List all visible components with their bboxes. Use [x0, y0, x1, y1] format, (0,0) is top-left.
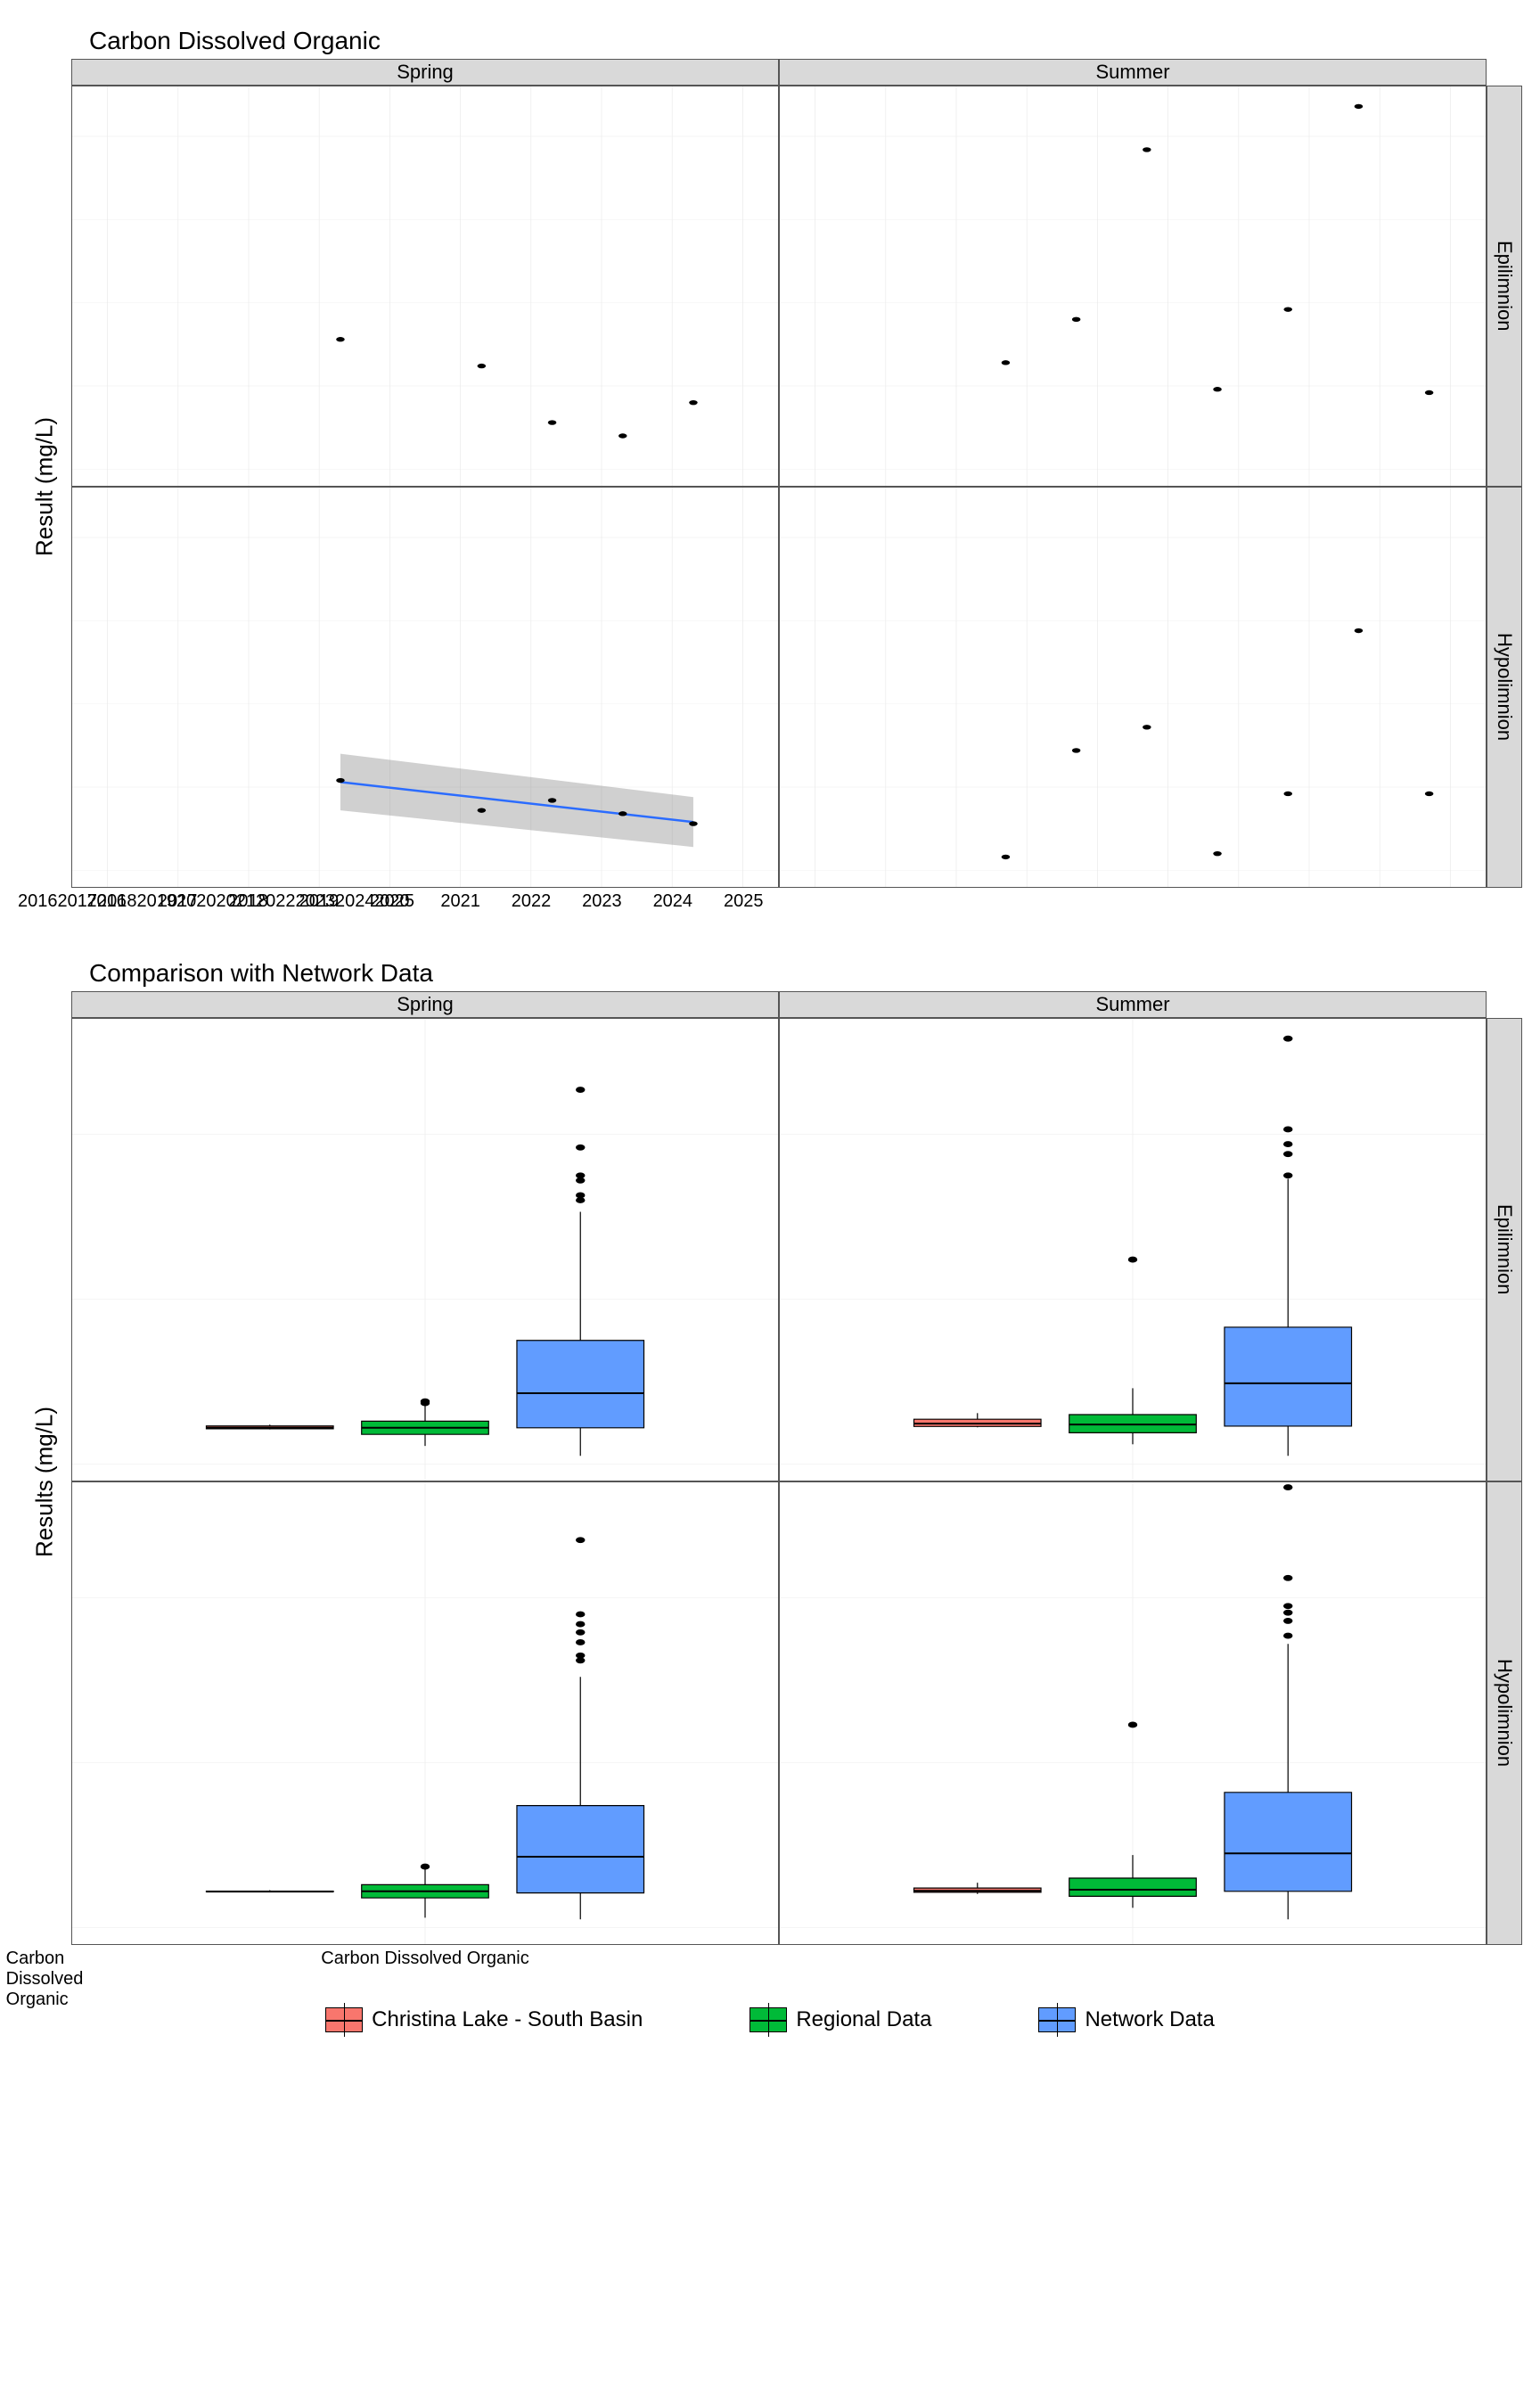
facet-col-summer: Summer: [779, 59, 1487, 86]
panel-summer-hypo: [779, 487, 1487, 888]
panel-summer-hypo-2: [779, 1481, 1487, 1945]
x-axis-1-left: 2016201720182019202020212022202320242025: [18, 888, 71, 915]
facet-row-epi: Epilimnion: [1487, 86, 1522, 487]
facet-col-spring: Spring: [71, 59, 779, 86]
panel-spring-hypo-2: 01020: [71, 1481, 779, 1945]
legend: Christina Lake - South BasinRegional Dat…: [18, 2007, 1522, 2032]
chart-title-1: Carbon Dissolved Organic: [89, 27, 1522, 55]
x-axis-1-right: 2016201720182019202020212022202320242025: [71, 888, 779, 915]
box-chart: Comparison with Network Data Spring Summ…: [18, 959, 1522, 1972]
facet-col-summer-2: Summer: [779, 991, 1487, 1018]
facet-row-hypo-2: Hypolimnion: [1487, 1481, 1522, 1945]
facet-col-spring-2: Spring: [71, 991, 779, 1018]
scatter-chart: Carbon Dissolved Organic Spring Summer R…: [18, 27, 1522, 915]
y-axis-label-2: Results (mg/L): [18, 1018, 71, 1945]
facet-row-hypo: Hypolimnion: [1487, 487, 1522, 888]
panel-spring-hypo: 2.002.252.502.753.00: [71, 487, 779, 888]
x-axis-2-right: Carbon Dissolved Organic: [71, 1945, 779, 1972]
panel-summer-epi: [779, 86, 1487, 487]
y-axis-label-1: Result (mg/L): [18, 86, 71, 888]
panel-spring-epi-2: 01020: [71, 1018, 779, 1481]
chart-title-2: Comparison with Network Data: [89, 959, 1522, 988]
panel-spring-epi: 2.002.252.502.753.00: [71, 86, 779, 487]
panel-summer-epi-2: [779, 1018, 1487, 1481]
x-axis-2-left: Carbon Dissolved Organic: [18, 1945, 71, 1972]
facet-row-epi-2: Epilimnion: [1487, 1018, 1522, 1481]
